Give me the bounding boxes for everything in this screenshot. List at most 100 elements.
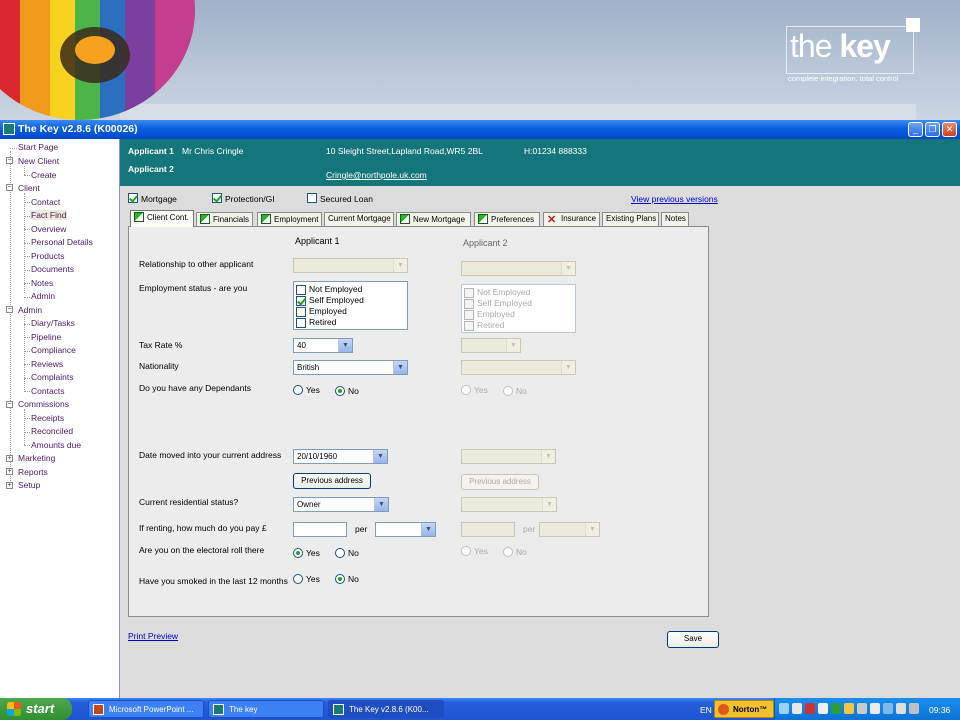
smoked-no-radio[interactable]: [335, 574, 345, 584]
tax-rate-select-applicant1[interactable]: 40 ▼: [293, 338, 353, 353]
electoral-yes-radio-applicant2[interactable]: [461, 546, 471, 556]
client-email-link[interactable]: Cringle@northpole.uk.com: [326, 170, 427, 180]
tray-icon[interactable]: [792, 703, 802, 714]
self-employed-checkbox[interactable]: [296, 296, 306, 306]
norton-tray-button[interactable]: Norton™: [714, 700, 774, 718]
nav-setup[interactable]: Setup: [18, 480, 40, 490]
tab-preferences[interactable]: Preferences: [474, 212, 540, 226]
tray-icon[interactable]: [883, 703, 893, 714]
nav-client[interactable]: Client: [18, 183, 40, 193]
nav-products[interactable]: Products: [31, 251, 65, 261]
nav-reports[interactable]: Reports: [18, 467, 48, 477]
maximize-button[interactable]: ❐: [925, 122, 940, 137]
electoral-no-radio-applicant2[interactable]: [503, 547, 513, 557]
tab-insurance[interactable]: ✕ Insurance: [543, 212, 600, 226]
nav-pipeline[interactable]: Pipeline: [31, 332, 61, 342]
nav-diary-tasks[interactable]: Diary/Tasks: [31, 318, 75, 328]
close-button[interactable]: ✕: [942, 122, 957, 137]
tab-notes[interactable]: Notes: [661, 212, 689, 226]
nationality-select-applicant1[interactable]: British ▼: [293, 360, 408, 375]
nav-contacts[interactable]: Contacts: [31, 386, 65, 396]
nationality-select-applicant2[interactable]: ▼: [461, 360, 576, 375]
minimize-button[interactable]: _: [908, 122, 923, 137]
rent-amount-input-applicant1[interactable]: [293, 522, 347, 537]
view-previous-versions-link[interactable]: View previous versions: [631, 194, 718, 204]
start-button[interactable]: start: [0, 698, 72, 720]
residential-status-select-applicant2[interactable]: ▼: [461, 497, 557, 512]
electoral-no-radio-applicant1[interactable]: [335, 548, 345, 558]
nav-start-page[interactable]: Start Page: [18, 142, 58, 152]
rent-period-select-applicant1[interactable]: ▼: [375, 522, 436, 537]
print-preview-link[interactable]: Print Preview: [128, 631, 178, 641]
rent-period-select-applicant2[interactable]: ▼: [539, 522, 600, 537]
tab-employment[interactable]: Employment: [257, 212, 322, 226]
nav-marketing[interactable]: Marketing: [18, 453, 55, 463]
collapse-icon[interactable]: −: [6, 184, 13, 191]
employed-checkbox[interactable]: [464, 310, 474, 320]
nav-overview[interactable]: Overview: [31, 224, 66, 234]
nav-reviews[interactable]: Reviews: [31, 359, 63, 369]
tray-icon[interactable]: [844, 703, 854, 714]
tab-current-mortgage[interactable]: Current Mortgage: [324, 212, 394, 226]
nav-complaints[interactable]: Complaints: [31, 372, 74, 382]
tab-existing-plans[interactable]: Existing Plans: [602, 212, 659, 226]
nav-compliance[interactable]: Compliance: [31, 345, 76, 355]
tax-rate-select-applicant2[interactable]: ▼: [461, 338, 521, 353]
electoral-yes-radio-applicant1[interactable]: [293, 548, 303, 558]
nav-new-client[interactable]: New Client: [18, 156, 59, 166]
nav-client-admin[interactable]: Admin: [31, 291, 55, 301]
collapse-icon[interactable]: −: [6, 401, 13, 408]
expand-icon[interactable]: +: [6, 455, 13, 462]
tray-icon[interactable]: [870, 703, 880, 714]
taskbar-the-key-v2[interactable]: The Key v2.8.6 (K00...: [328, 700, 444, 718]
dependants-no-radio-applicant2[interactable]: [503, 386, 513, 396]
retired-checkbox[interactable]: [464, 321, 474, 331]
nav-amounts-due[interactable]: Amounts due: [31, 440, 81, 450]
mortgage-checkbox[interactable]: [128, 193, 138, 203]
rent-amount-input-applicant2[interactable]: [461, 522, 515, 537]
expand-icon[interactable]: +: [6, 468, 13, 475]
secured-loan-checkbox[interactable]: [307, 193, 317, 203]
taskbar-the-key[interactable]: The key: [208, 700, 324, 718]
tray-icon[interactable]: [818, 703, 828, 714]
nav-documents[interactable]: Documents: [31, 264, 74, 274]
nav-create[interactable]: Create: [31, 170, 57, 180]
residential-status-select-applicant1[interactable]: Owner ▼: [293, 497, 389, 512]
dependants-yes-radio-applicant2[interactable]: [461, 385, 471, 395]
tab-new-mortgage[interactable]: New Mortgage: [396, 212, 471, 226]
protection-checkbox[interactable]: [212, 193, 222, 203]
relationship-select-applicant2[interactable]: ▼: [461, 261, 576, 276]
not-employed-checkbox[interactable]: [464, 288, 474, 298]
self-employed-checkbox[interactable]: [464, 299, 474, 309]
expand-icon[interactable]: +: [6, 482, 13, 489]
collapse-icon[interactable]: −: [6, 306, 13, 313]
nav-receipts[interactable]: Receipts: [31, 413, 64, 423]
nav-notes[interactable]: Notes: [31, 278, 53, 288]
network-icon[interactable]: [779, 703, 789, 714]
tray-icon[interactable]: [857, 703, 867, 714]
nav-admin[interactable]: Admin: [18, 305, 42, 315]
tray-icon[interactable]: [831, 703, 841, 714]
tray-icon[interactable]: [805, 703, 815, 714]
volume-icon[interactable]: [909, 703, 919, 714]
nav-reconciled[interactable]: Reconciled: [31, 426, 73, 436]
tab-client-cont[interactable]: Client Cont.: [130, 210, 194, 227]
collapse-icon[interactable]: −: [6, 157, 13, 164]
save-button[interactable]: Save: [667, 631, 719, 648]
employed-checkbox[interactable]: [296, 307, 306, 317]
nav-fact-find[interactable]: Fact Find: [30, 210, 68, 220]
dependants-yes-radio-applicant1[interactable]: [293, 385, 303, 395]
nav-personal-details[interactable]: Personal Details: [31, 237, 93, 247]
tray-icon[interactable]: [896, 703, 906, 714]
language-indicator[interactable]: EN: [700, 705, 712, 715]
tab-financials[interactable]: Financials: [196, 212, 253, 226]
smoked-yes-radio[interactable]: [293, 574, 303, 584]
retired-checkbox[interactable]: [296, 318, 306, 328]
not-employed-checkbox[interactable]: [296, 285, 306, 295]
taskbar-powerpoint[interactable]: Microsoft PowerPoint ...: [88, 700, 204, 718]
dependants-no-radio-applicant1[interactable]: [335, 386, 345, 396]
previous-address-button-applicant2[interactable]: Previous address: [461, 474, 539, 490]
nav-commissions[interactable]: Commissions: [18, 399, 69, 409]
previous-address-button-applicant1[interactable]: Previous address: [293, 473, 371, 489]
date-moved-picker-applicant1[interactable]: 20/10/1960 ▼: [293, 449, 388, 464]
